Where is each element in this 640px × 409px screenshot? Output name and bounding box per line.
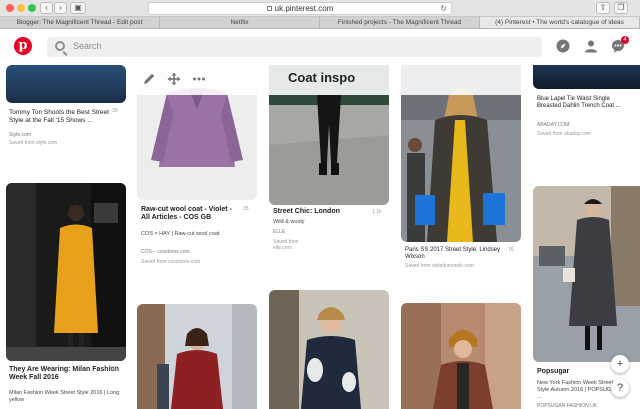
back-button[interactable]: ‹ bbox=[40, 2, 53, 14]
pinterest-logo-icon[interactable]: p bbox=[14, 37, 32, 55]
pin-description: Wild & wooly bbox=[273, 219, 305, 225]
board-header: Coat inspo bbox=[130, 65, 522, 95]
pin-source[interactable]: ELLE bbox=[273, 229, 285, 235]
pin-source[interactable]: COS – cosstores.com bbox=[141, 249, 190, 255]
minimize-window-icon[interactable] bbox=[17, 4, 25, 12]
browser-toolbar: ‹ › ▣ uk.pinterest.com ↻ ⇧ ❐ bbox=[0, 0, 640, 17]
address-bar[interactable]: uk.pinterest.com ↻ bbox=[148, 2, 452, 15]
forward-button[interactable]: › bbox=[54, 2, 67, 14]
pin-image-grey-coat[interactable] bbox=[533, 186, 640, 362]
add-pin-button[interactable]: + bbox=[611, 355, 629, 373]
tab-pinterest[interactable]: (4) Pinterest • The world's catalogue of… bbox=[480, 17, 640, 28]
pin-title[interactable]: They Are Wearing: Milan Fashion Week Fal… bbox=[9, 366, 121, 382]
reload-icon[interactable]: ↻ bbox=[440, 3, 447, 14]
tab-finished-projects[interactable]: Finished projects - The Magnificent Thre… bbox=[320, 17, 480, 28]
sidebar-toggle-button[interactable]: ▣ bbox=[70, 2, 86, 14]
pin-description: COS × HAY | Raw-cut wool coat bbox=[141, 231, 220, 237]
move-arrows-icon[interactable] bbox=[167, 72, 181, 86]
save-count: 30 bbox=[112, 108, 118, 114]
profile-icon[interactable] bbox=[584, 39, 598, 53]
pin-image[interactable] bbox=[6, 65, 126, 103]
pin-image-red-coat[interactable] bbox=[137, 304, 257, 409]
help-button[interactable]: ? bbox=[611, 379, 629, 397]
pin-source[interactable]: Style.com bbox=[9, 132, 31, 138]
search-placeholder: Search bbox=[73, 41, 102, 51]
tab-netflix[interactable]: Netflix bbox=[160, 17, 320, 28]
search-input[interactable]: Search bbox=[47, 37, 542, 57]
pin-description: New York Fashion Week Street Style Autum… bbox=[537, 380, 619, 400]
pin-title[interactable]: Tommy Ton Shoots the Best Street Style a… bbox=[9, 109, 117, 125]
saved-from: Saved from elle.com bbox=[273, 239, 299, 251]
pin-image-yellow-coat[interactable] bbox=[6, 183, 126, 361]
saved-from: Saved from style.com bbox=[9, 140, 58, 146]
new-tab-button[interactable]: ❐ bbox=[614, 2, 628, 14]
more-options-icon[interactable] bbox=[192, 72, 206, 86]
saved-from: Saved from cosstores.com bbox=[141, 259, 201, 265]
save-count: 35 bbox=[243, 206, 249, 212]
pin-title[interactable]: Raw-cut wool coat - Violet - All Article… bbox=[141, 206, 241, 222]
save-count: 76 bbox=[508, 247, 514, 253]
saved-from: Saved from styledumonde.com bbox=[405, 263, 474, 269]
pin-title[interactable]: Blue Lapel Tie Waist Single Breasted Dah… bbox=[537, 96, 632, 110]
share-button[interactable]: ⇧ bbox=[596, 2, 610, 14]
lock-icon bbox=[266, 6, 272, 11]
compass-icon[interactable] bbox=[556, 39, 570, 53]
notification-badge: 4 bbox=[621, 36, 629, 44]
pin-title[interactable]: Street Chic: London bbox=[273, 208, 373, 216]
edit-pencil-icon[interactable] bbox=[142, 72, 156, 86]
tab-blogger[interactable]: Blogger: The Magnificent Thread - Edit p… bbox=[0, 17, 160, 28]
tab-bar: Blogger: The Magnificent Thread - Edit p… bbox=[0, 17, 640, 29]
url-text: uk.pinterest.com bbox=[274, 4, 334, 13]
search-icon bbox=[55, 41, 65, 51]
pin-description: Milan Fashion Week Street Style 2016 | L… bbox=[9, 390, 120, 403]
saved-from: Saved from abaday.com bbox=[537, 131, 591, 137]
zoom-window-icon[interactable] bbox=[28, 4, 36, 12]
pinterest-header: p Search bbox=[0, 29, 640, 65]
pin-image-brown-coat[interactable] bbox=[401, 303, 521, 409]
pin-image[interactable] bbox=[533, 65, 640, 89]
pin-source[interactable]: POPSUGAR FASHION UK bbox=[537, 403, 597, 409]
close-window-icon[interactable] bbox=[6, 4, 14, 12]
save-count: 307 bbox=[109, 366, 118, 372]
board-title: Coat inspo bbox=[288, 70, 356, 85]
pin-image-patchwork-coat[interactable] bbox=[269, 290, 389, 409]
pin-title[interactable]: Paris SS 2017 Street Style: Lindsey Wixs… bbox=[405, 247, 505, 261]
save-count: 1.1k bbox=[372, 209, 382, 215]
pin-source[interactable]: ABADAY.COM bbox=[537, 122, 569, 128]
